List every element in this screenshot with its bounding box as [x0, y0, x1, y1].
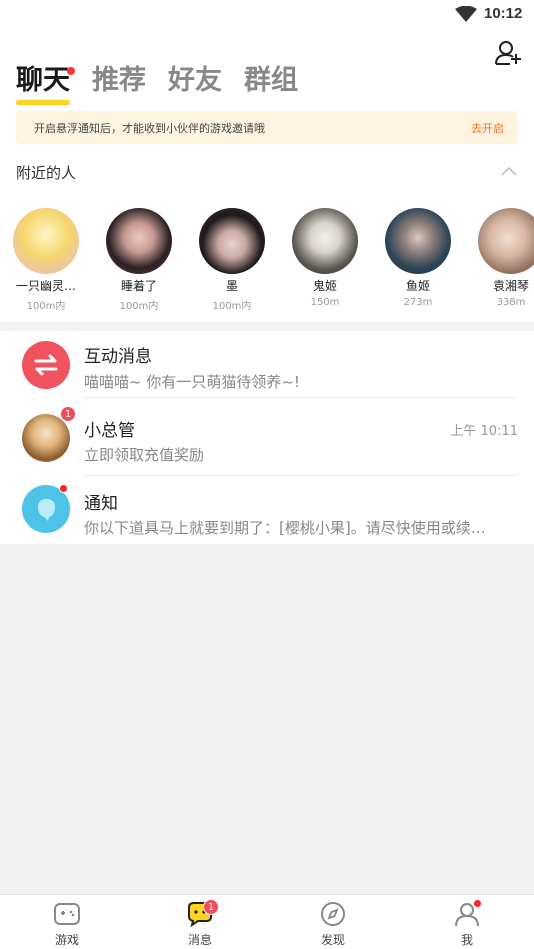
person-distance: 100m内 — [26, 301, 66, 312]
message-preview: 你以下道具马上就要到期了：[樱桃小果]。请尽快使用或续… — [84, 519, 486, 537]
nearby-person[interactable]: 睡着了 100m内 — [101, 206, 177, 312]
bottom-nav: 游戏 1 消息 发现 我 — [0, 894, 534, 949]
notice-text: 开启悬浮通知后，才能收到小伙伴的游戏邀请哦 — [34, 122, 265, 135]
divider — [84, 397, 518, 398]
swap-icon — [22, 341, 70, 389]
message-title: 互动消息 — [84, 347, 152, 367]
enable-notification-link[interactable]: 去开启 — [471, 120, 504, 136]
nav-me[interactable]: 我 — [400, 895, 534, 949]
nav-discover[interactable]: 发现 — [266, 895, 400, 949]
nearby-person[interactable]: 墨 100m内 — [194, 206, 270, 312]
message-time: 上午 10:11 — [450, 424, 518, 439]
nearby-people-list: 一只幽灵… 100m内 睡着了 100m内 墨 100m内 鬼姬 150m 鱼姬… — [0, 206, 534, 314]
tab-chat[interactable]: 聊天 — [16, 63, 75, 105]
message-title: 通知 — [84, 494, 118, 514]
nav-label: 我 — [460, 933, 473, 947]
nav-label: 消息 — [187, 933, 212, 947]
avatar — [385, 208, 451, 274]
avatar — [478, 208, 534, 274]
nav-messages[interactable]: 1 消息 — [133, 895, 267, 949]
person-distance: 100m内 — [119, 301, 159, 312]
chevron-up-icon[interactable] — [501, 166, 517, 176]
message-list: 互动消息 喵喵喵~ 你有一只萌猫待领养~! 1 小总管 上午 10:11 立即领… — [0, 331, 534, 544]
person-name: 袁湘琴 — [492, 279, 529, 293]
avatar — [22, 414, 70, 462]
nav-games[interactable]: 游戏 — [0, 895, 134, 949]
top-tabs: 聊天 推荐 好友 群组 — [16, 63, 320, 105]
message-title: 小总管 — [84, 421, 135, 441]
notification-banner: 开启悬浮通知后，才能收到小伙伴的游戏邀请哦 去开启 — [16, 111, 518, 144]
list-item-manager[interactable]: 1 小总管 上午 10:11 立即领取充值奖励 — [0, 406, 534, 478]
person-distance: 338m — [496, 297, 526, 308]
person-name: 墨 — [225, 279, 238, 293]
person-name: 睡着了 — [120, 279, 157, 293]
tab-recommend[interactable]: 推荐 — [92, 63, 146, 103]
nearby-person[interactable]: 鱼姬 273m — [380, 206, 456, 308]
person-name: 鬼姬 — [312, 279, 337, 293]
top-section: 10:12 聊天 推荐 好友 群组 开启悬浮通知后，才能收到小伙伴的游戏邀请哦 … — [0, 0, 534, 322]
avatar — [106, 208, 172, 274]
avatar — [292, 208, 358, 274]
unread-badge: 1 — [203, 899, 219, 915]
tab-chat-label: 聊天 — [16, 65, 70, 96]
person-distance: 273m — [403, 297, 433, 308]
list-item-notice[interactable]: 通知 你以下道具马上就要到期了：[樱桃小果]。请尽快使用或续… — [0, 479, 534, 551]
nav-label: 游戏 — [54, 933, 79, 947]
nav-label: 发现 — [320, 933, 345, 947]
message-preview: 立即领取充值奖励 — [84, 446, 205, 464]
wifi-icon — [455, 6, 477, 22]
compass-icon — [321, 902, 345, 926]
divider — [84, 475, 518, 476]
gamepad-icon — [54, 903, 80, 925]
unread-dot — [59, 484, 68, 493]
nearby-title: 附近的人 — [16, 164, 77, 182]
person-distance: 150m — [310, 297, 340, 308]
tab-groups[interactable]: 群组 — [244, 63, 298, 103]
tab-chat-dot — [67, 67, 75, 75]
add-friend-icon[interactable] — [494, 40, 522, 66]
person-distance: 100m内 — [212, 301, 252, 312]
status-time: 10:12 — [484, 5, 523, 22]
unread-badge: 1 — [60, 406, 76, 422]
nearby-person[interactable]: 鬼姬 150m — [287, 206, 363, 308]
person-name: 一只幽灵… — [15, 279, 76, 293]
tab-friends[interactable]: 好友 — [168, 63, 222, 103]
avatar — [13, 208, 79, 274]
avatar — [199, 208, 265, 274]
message-preview: 喵喵喵~ 你有一只萌猫待领养~! — [84, 373, 300, 391]
nearby-person[interactable]: 袁湘琴 338m — [473, 206, 534, 308]
list-item-interaction[interactable]: 互动消息 喵喵喵~ 你有一只萌猫待领养~! — [0, 331, 534, 403]
person-name: 鱼姬 — [405, 279, 430, 293]
status-bar: 10:12 — [0, 0, 534, 30]
nearby-person[interactable]: 一只幽灵… 100m内 — [8, 206, 84, 312]
nav-me-dot — [473, 899, 482, 908]
